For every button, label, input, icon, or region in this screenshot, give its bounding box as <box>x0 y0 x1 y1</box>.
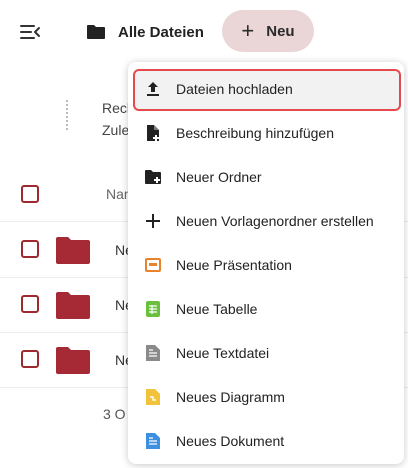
menu-item-new-document[interactable]: Neues Dokument <box>128 419 404 463</box>
new-button[interactable]: + Neu <box>222 10 314 52</box>
menu-item-new-diagram[interactable]: Neues Diagramm <box>128 375 404 419</box>
plus-icon: + <box>241 18 255 43</box>
menu-collapse-icon[interactable] <box>18 20 42 44</box>
folder-icon <box>56 237 90 264</box>
new-button-label: Neu <box>266 22 295 40</box>
folder-add-icon <box>144 168 162 186</box>
menu-item-new-text-file[interactable]: Neue Textdatei <box>128 331 404 375</box>
menu-item-label: Neue Präsentation <box>176 257 292 273</box>
menu-item-new-presentation[interactable]: Neue Präsentation <box>128 243 404 287</box>
menu-item-add-description[interactable]: Beschreibung hinzufügen <box>128 111 404 155</box>
diagram-icon <box>144 388 162 406</box>
document-icon <box>144 432 162 450</box>
menu-item-label: Neues Diagramm <box>176 389 285 405</box>
menu-item-label: Neuen Vorlagenordner erstellen <box>176 213 374 229</box>
hint-line-2: Zule <box>102 122 130 138</box>
spreadsheet-icon <box>144 300 162 318</box>
breadcrumb[interactable]: Alle Dateien <box>86 14 204 50</box>
select-all-checkbox[interactable] <box>21 185 39 203</box>
plus-icon <box>144 212 162 230</box>
menu-item-label: Beschreibung hinzufügen <box>176 125 335 141</box>
hint-icon <box>66 100 84 130</box>
folder-icon <box>56 292 90 319</box>
new-menu-dropdown: Dateien hochladen Beschreibung hinzufüge… <box>128 62 404 464</box>
text-file-icon <box>144 344 162 362</box>
menu-item-new-template-folder[interactable]: Neuen Vorlagenordner erstellen <box>128 199 404 243</box>
row-checkbox[interactable] <box>21 240 39 258</box>
file-add-icon <box>144 124 162 142</box>
menu-item-upload-files[interactable]: Dateien hochladen <box>128 67 404 111</box>
menu-item-label: Neuer Ordner <box>176 169 262 185</box>
folder-count: 3 O <box>103 406 126 422</box>
menu-item-label: Neue Textdatei <box>176 345 270 361</box>
menu-item-new-spreadsheet[interactable]: Neue Tabelle <box>128 287 404 331</box>
row-checkbox[interactable] <box>21 295 39 313</box>
folder-icon <box>87 25 105 39</box>
presentation-icon <box>144 256 162 274</box>
breadcrumb-label: Alle Dateien <box>118 23 204 41</box>
row-checkbox[interactable] <box>21 350 39 368</box>
folder-icon <box>56 347 90 374</box>
menu-item-label: Neues Dokument <box>176 433 285 449</box>
menu-item-new-folder[interactable]: Neuer Ordner <box>128 155 404 199</box>
upload-icon <box>144 80 162 98</box>
menu-item-label: Neue Tabelle <box>176 301 258 317</box>
menu-item-label: Dateien hochladen <box>176 81 293 97</box>
